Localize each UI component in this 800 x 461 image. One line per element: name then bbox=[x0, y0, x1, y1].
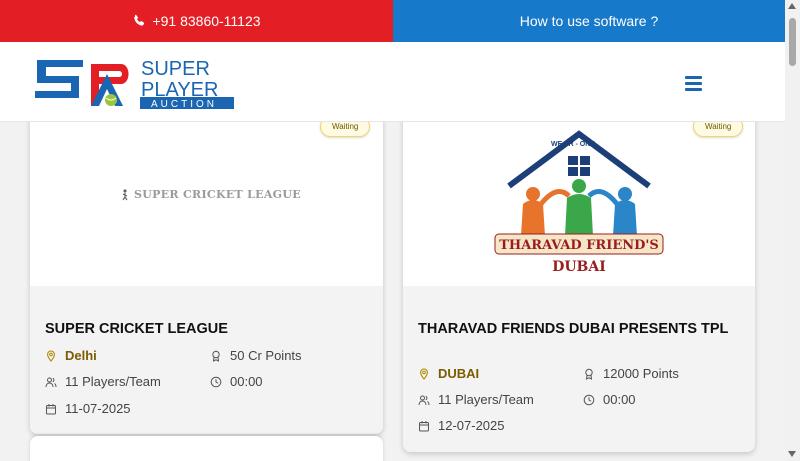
auction-card[interactable]: WE - R - ONE THARAVAD FRIEND'S DUBAI Wai… bbox=[403, 122, 755, 452]
card-image: WE - R - ONE THARAVAD FRIEND'S DUBAI Wai… bbox=[403, 122, 755, 286]
phone-link[interactable]: +91 83860-11123 bbox=[0, 0, 393, 42]
calendar-icon bbox=[46, 403, 56, 414]
scroll-down-arrow-icon[interactable] bbox=[788, 451, 796, 457]
site-header: SUPER PLAYER AUCTION bbox=[0, 42, 785, 122]
points: 50 Cr Points bbox=[210, 348, 302, 363]
clock-icon bbox=[210, 376, 222, 387]
card-image: SUPER CRICKET LEAGUE Waiting bbox=[30, 122, 383, 286]
logo-line3: AUCTION bbox=[151, 99, 217, 110]
auction-card[interactable]: SUPER CRICKET LEAGUE Waiting SUPER CRICK… bbox=[30, 122, 383, 434]
auction-time: 00:00 bbox=[583, 392, 636, 407]
card-title: SUPER CRICKET LEAGUE bbox=[45, 321, 228, 337]
logo-banner-text: THARAVAD FRIEND'S bbox=[499, 238, 659, 253]
logo-arc-text: WE - R - ONE bbox=[551, 141, 595, 148]
scroll-up-arrow-icon[interactable] bbox=[788, 3, 796, 9]
players-per-team: 11 Players/Team bbox=[45, 374, 161, 389]
clock-icon bbox=[583, 394, 595, 405]
calendar-icon bbox=[419, 420, 429, 431]
next-auction-card[interactable] bbox=[30, 436, 383, 461]
phone-icon bbox=[134, 14, 145, 26]
auction-list: SUPER CRICKET LEAGUE Waiting SUPER CRICK… bbox=[0, 122, 785, 461]
logo-city-text: DUBAI bbox=[552, 259, 606, 275]
status-badge: Waiting bbox=[693, 122, 744, 137]
award-icon bbox=[585, 368, 593, 380]
hamburger-menu-icon[interactable] bbox=[685, 76, 702, 91]
auction-date: 11-07-2025 bbox=[45, 401, 131, 416]
users-icon bbox=[418, 395, 430, 405]
tharavad-friends-logo: WE - R - ONE THARAVAD FRIEND'S DUBAI bbox=[494, 130, 664, 275]
users-icon bbox=[45, 377, 57, 387]
logo-line1: SUPER bbox=[141, 58, 210, 80]
phone-number: +91 83860-11123 bbox=[152, 13, 261, 29]
scroll-thumb[interactable] bbox=[789, 18, 796, 66]
location: Delhi bbox=[45, 348, 97, 363]
page-scrollbar[interactable] bbox=[785, 0, 800, 461]
auction-time: 00:00 bbox=[210, 374, 263, 389]
award-icon bbox=[212, 350, 220, 362]
status-badge: Waiting bbox=[320, 122, 371, 137]
card-body: THARAVAD FRIENDS DUBAI PRESENTS TPL DUBA… bbox=[403, 286, 755, 452]
league-image-text: SUPER CRICKET LEAGUE bbox=[134, 188, 301, 201]
points: 12000 Points bbox=[583, 366, 679, 381]
super-player-auction-logo[interactable]: SUPER PLAYER AUCTION bbox=[33, 54, 235, 110]
cricket-player-icon bbox=[122, 188, 128, 200]
location-pin-icon bbox=[420, 367, 428, 380]
card-title: THARAVAD FRIENDS DUBAI PRESENTS TPL bbox=[418, 321, 729, 337]
top-bar: +91 83860-11123 How to use software ? bbox=[0, 0, 785, 42]
players-per-team: 11 Players/Team bbox=[418, 392, 534, 407]
auction-date: 12-07-2025 bbox=[418, 418, 505, 433]
card-body: SUPER CRICKET LEAGUE Delhi 50 Cr Points … bbox=[30, 286, 383, 434]
location: DUBAI bbox=[418, 366, 479, 381]
how-to-use-link[interactable]: How to use software ? bbox=[393, 0, 785, 42]
location-pin-icon bbox=[47, 349, 55, 362]
